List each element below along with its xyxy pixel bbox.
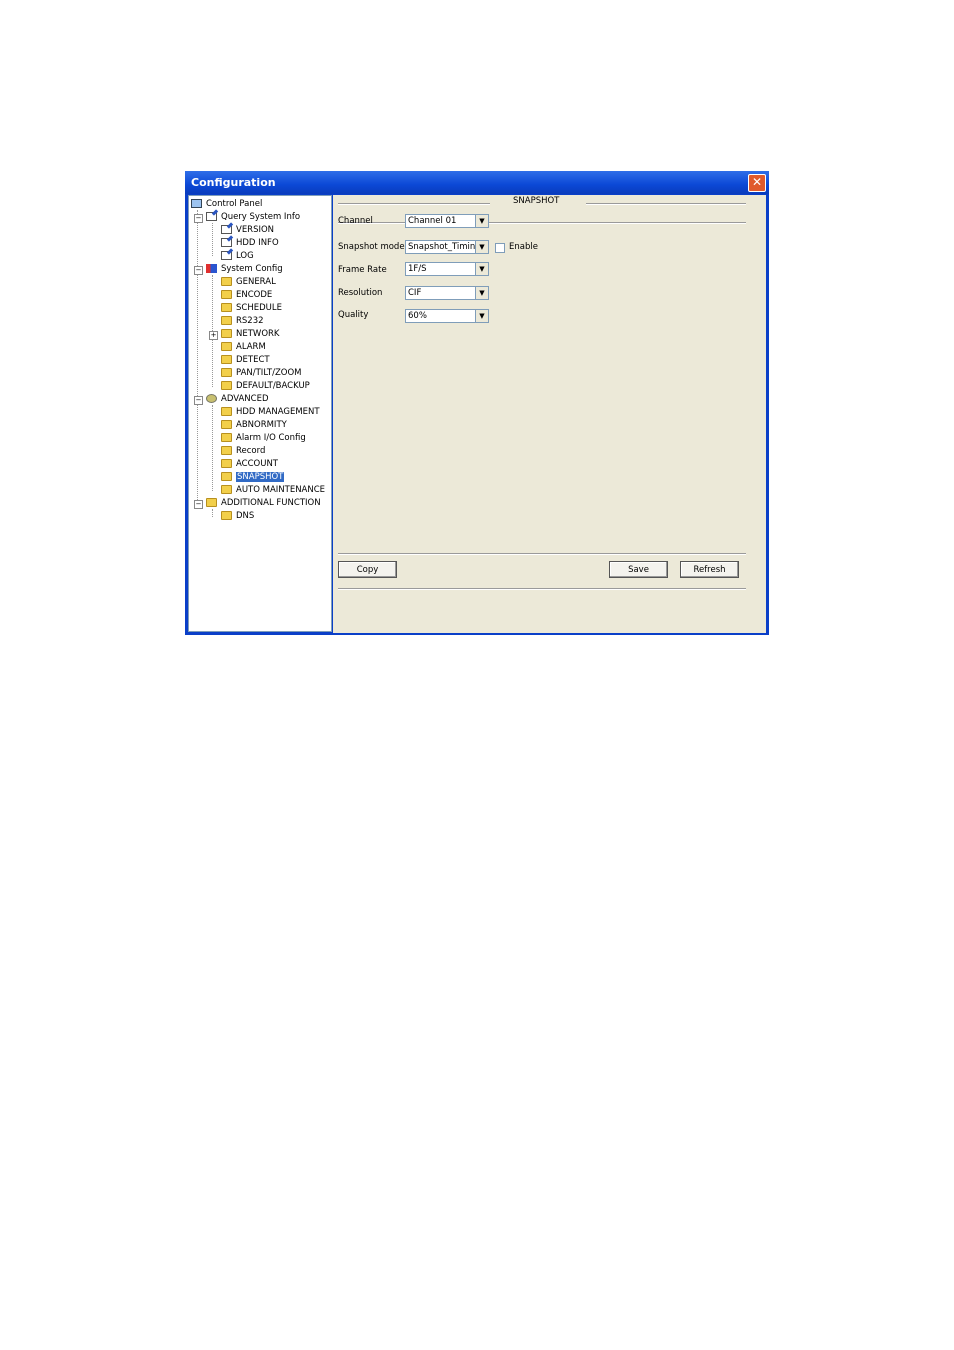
tree-item-rs232[interactable]: RS232 — [221, 315, 264, 328]
frame-rate-label: Frame Rate — [338, 265, 387, 275]
channel-select[interactable]: Channel 01 ▼ — [405, 214, 489, 228]
folder-icon — [221, 368, 232, 377]
config-tree: Control Panel − Query System Info VERSIO… — [188, 195, 332, 632]
expand-icon[interactable]: + — [209, 331, 218, 340]
tree-item-advanced[interactable]: ADVANCED — [206, 393, 269, 406]
window-title: Configuration — [191, 176, 276, 189]
dropdown-arrow-icon[interactable]: ▼ — [475, 241, 488, 253]
collapse-icon[interactable]: − — [194, 396, 203, 405]
close-icon[interactable]: ✕ — [752, 175, 762, 189]
tree-item-snapshot[interactable]: SNAPSHOT — [221, 471, 285, 484]
folder-icon — [221, 277, 232, 286]
tree-item-account[interactable]: ACCOUNT — [221, 458, 278, 471]
frame-rate-select[interactable]: 1F/S ▼ — [405, 262, 489, 276]
tree-item-network[interactable]: NETWORK — [221, 328, 280, 341]
gears-icon — [206, 394, 217, 403]
folder-icon — [221, 329, 232, 338]
snapshot-mode-label: Snapshot mode — [338, 242, 405, 252]
quality-select[interactable]: 60% ▼ — [405, 309, 489, 323]
tree-item-general[interactable]: GENERAL — [221, 276, 276, 289]
collapse-icon[interactable]: − — [194, 214, 203, 223]
folder-icon — [221, 459, 232, 468]
folder-icon — [221, 355, 232, 364]
copy-button[interactable]: Copy — [338, 561, 397, 578]
enable-label: Enable — [509, 242, 538, 252]
refresh-button[interactable]: Refresh — [680, 561, 739, 578]
tree-item-alarm[interactable]: ALARM — [221, 341, 266, 354]
folder-icon — [221, 316, 232, 325]
title-bar[interactable]: Configuration ✕ — [185, 171, 769, 194]
tree-item-additional-function[interactable]: ADDITIONAL FUNCTION — [206, 497, 321, 510]
folder-icon — [221, 303, 232, 312]
tree-item-schedule[interactable]: SCHEDULE — [221, 302, 282, 315]
collapse-icon[interactable]: − — [194, 266, 203, 275]
configuration-window: Configuration ✕ Control Panel − Query Sy… — [185, 171, 769, 635]
enable-checkbox[interactable] — [495, 243, 505, 253]
tree-item-log[interactable]: LOG — [221, 250, 254, 263]
edit-document-icon — [221, 251, 232, 260]
dropdown-arrow-icon[interactable]: ▼ — [475, 287, 488, 299]
quality-label: Quality — [338, 310, 369, 320]
open-folder-icon — [221, 472, 232, 481]
folder-icon — [221, 407, 232, 416]
folder-icon — [221, 420, 232, 429]
section-title: SNAPSHOT — [513, 196, 560, 206]
collapse-icon[interactable]: − — [194, 500, 203, 509]
config-tools-icon — [206, 264, 217, 273]
dropdown-arrow-icon[interactable]: ▼ — [475, 263, 488, 275]
edit-document-icon — [221, 238, 232, 247]
resolution-label: Resolution — [338, 288, 383, 298]
folder-icon — [221, 511, 232, 520]
folder-icon — [221, 485, 232, 494]
tree-item-record[interactable]: Record — [221, 445, 265, 458]
channel-label: Channel — [338, 216, 373, 226]
tree-item-dns[interactable]: DNS — [221, 510, 254, 523]
dropdown-arrow-icon[interactable]: ▼ — [475, 215, 488, 227]
tree-item-detect[interactable]: DETECT — [221, 354, 270, 367]
tree-item-encode[interactable]: ENCODE — [221, 289, 272, 302]
dropdown-arrow-icon[interactable]: ▼ — [475, 310, 488, 322]
tree-item-abnormity[interactable]: ABNORMITY — [221, 419, 287, 432]
tree-item-version[interactable]: VERSION — [221, 224, 274, 237]
save-button[interactable]: Save — [609, 561, 668, 578]
folder-icon — [221, 433, 232, 442]
folder-icon — [221, 446, 232, 455]
folder-icon — [221, 290, 232, 299]
tree-item-default-backup[interactable]: DEFAULT/BACKUP — [221, 380, 310, 393]
tree-item-query-system-info[interactable]: Query System Info — [206, 211, 300, 224]
folder-icon — [221, 342, 232, 351]
edit-document-icon — [221, 225, 232, 234]
close-button[interactable]: ✕ — [748, 174, 766, 192]
tree-item-hdd-management[interactable]: HDD MANAGEMENT — [221, 406, 320, 419]
tree-item-control-panel[interactable]: Control Panel — [191, 198, 262, 211]
folder-icon — [221, 381, 232, 390]
resolution-select[interactable]: CIF ▼ — [405, 286, 489, 300]
tree-item-pan-tilt-zoom[interactable]: PAN/TILT/ZOOM — [221, 367, 301, 380]
tree-item-auto-maintenance[interactable]: AUTO MAINTENANCE — [221, 484, 325, 497]
snapshot-panel: SNAPSHOT Channel Channel 01 ▼ Snapshot mo… — [333, 195, 766, 633]
tree-item-alarm-io-config[interactable]: Alarm I/O Config — [221, 432, 306, 445]
edit-document-icon — [206, 212, 217, 221]
computer-icon — [191, 199, 202, 208]
folder-icon — [206, 498, 217, 507]
snapshot-mode-select[interactable]: Snapshot_Timing ▼ — [405, 240, 489, 254]
tree-item-system-config[interactable]: System Config — [206, 263, 283, 276]
